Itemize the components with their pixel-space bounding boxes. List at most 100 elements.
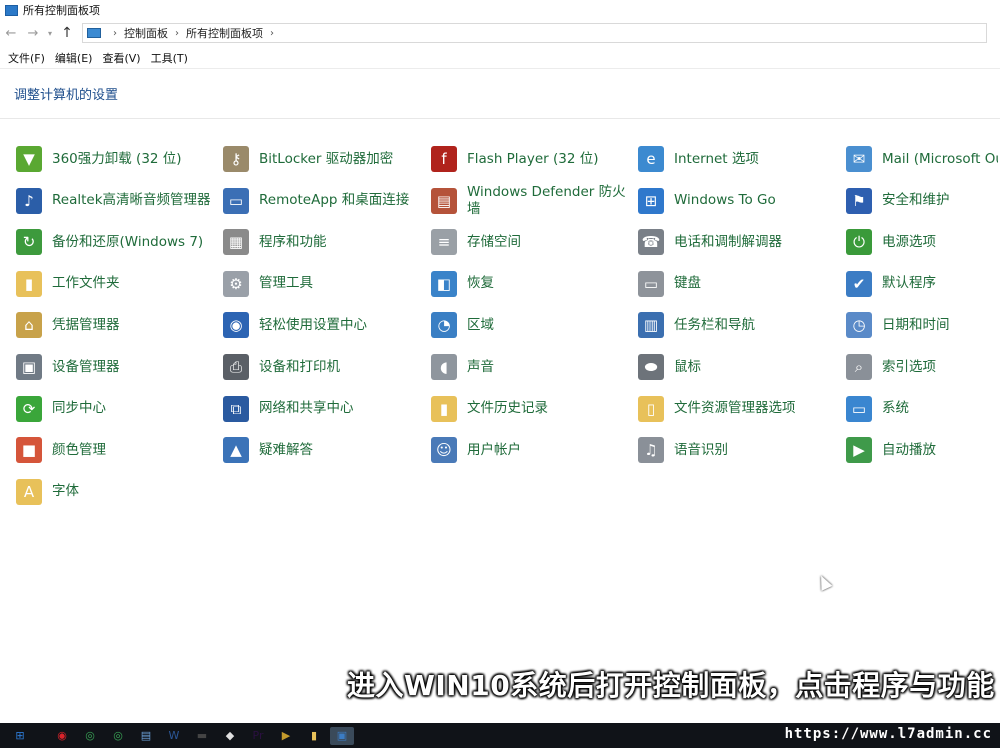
flash-icon: f bbox=[431, 146, 457, 172]
taskbar-start-icon[interactable]: ⊞ bbox=[8, 727, 32, 745]
sound-icon: ◖ bbox=[431, 354, 457, 380]
control-panel-item-label: 疑难解答 bbox=[259, 441, 313, 458]
control-panel-item[interactable]: ▶ 自动播放 bbox=[846, 432, 1000, 468]
control-panel-item[interactable]: ▦ 程序和功能 bbox=[223, 224, 423, 260]
control-panel-item[interactable]: ▼ 360强力卸载 (32 位) bbox=[16, 141, 216, 177]
taskbar-premiere-icon[interactable]: Pr bbox=[246, 727, 270, 745]
control-panel-item-label: 用户帐户 bbox=[467, 441, 521, 458]
control-panel-item-label: 管理工具 bbox=[259, 275, 313, 292]
storage-icon: ≡ bbox=[431, 229, 457, 256]
control-panel-item-label: Windows Defender 防火墙 bbox=[467, 183, 626, 217]
control-panel-item[interactable]: ✔ 默认程序 bbox=[846, 266, 1000, 302]
control-panel-item[interactable]: ▤ Windows Defender 防火墙 bbox=[431, 183, 631, 219]
control-panel-item-label: 同步中心 bbox=[52, 400, 106, 417]
control-panel-item-label: 声音 bbox=[467, 358, 494, 375]
control-panel-item[interactable]: ⌕ 索引选项 bbox=[846, 349, 1000, 385]
taskbar-chrome-2-icon[interactable]: ◎ bbox=[106, 727, 130, 745]
control-panel-item[interactable]: ▣ 设备管理器 bbox=[16, 349, 216, 385]
control-panel-item[interactable]: ◖ 声音 bbox=[431, 349, 631, 385]
control-panel-item-label: Internet 选项 bbox=[674, 150, 759, 167]
default-programs-icon: ✔ bbox=[846, 270, 872, 297]
admin-tools-icon: ⚙ bbox=[223, 270, 249, 297]
control-panel-item-label: 字体 bbox=[52, 483, 79, 500]
control-panel-item-label: 文件资源管理器选项 bbox=[674, 400, 796, 417]
taskbar-chrome-icon[interactable]: ◎ bbox=[78, 727, 102, 745]
folder-icon: ▮ bbox=[16, 270, 42, 297]
taskbar-media-icon[interactable]: ▶ bbox=[274, 727, 298, 745]
control-panel-item[interactable]: ⚷ BitLocker 驱动器加密 bbox=[223, 141, 423, 177]
control-panel-item[interactable]: A 字体 bbox=[16, 474, 216, 510]
control-panel-item-label: 设备和打印机 bbox=[259, 358, 340, 375]
control-panel-item[interactable]: f Flash Player (32 位) bbox=[431, 141, 631, 177]
clock-icon: ◷ bbox=[846, 312, 872, 339]
control-panel-item-label: 区域 bbox=[467, 316, 494, 333]
video-subtitle: 进入WIN10系统后打开控制面板，点击程序与功能 bbox=[347, 669, 995, 702]
control-panel-item-label: RemoteApp 和桌面连接 bbox=[259, 192, 410, 209]
taskbar-control-panel-icon[interactable]: ▣ bbox=[330, 726, 354, 745]
control-panel-item-label: Mail (Microsoft Outlook 2016) (32 位) bbox=[882, 150, 998, 167]
control-panel-item-label: 鼠标 bbox=[674, 358, 701, 375]
control-panel-item[interactable]: e Internet 选项 bbox=[638, 141, 838, 177]
file-history-icon: ▮ bbox=[431, 395, 457, 422]
control-panel-item[interactable]: ≡ 存储空间 bbox=[431, 224, 631, 260]
control-panel-item[interactable]: ◧ 恢复 bbox=[431, 266, 631, 302]
control-panel-item-label: 默认程序 bbox=[882, 275, 936, 292]
color-icon: ■ bbox=[16, 437, 42, 464]
region-icon: ◔ bbox=[431, 312, 457, 339]
remote-desktop-icon: ▭ bbox=[223, 187, 249, 214]
audio-manager-icon: ♪ bbox=[16, 187, 42, 214]
control-panel-item[interactable]: ⊞ Windows To Go bbox=[638, 183, 838, 219]
control-panel-item-label: 自动播放 bbox=[882, 441, 936, 458]
control-panel-item[interactable]: ■ 颜色管理 bbox=[16, 432, 216, 468]
mouse-icon: ⬬ bbox=[638, 354, 664, 380]
system-icon: ▭ bbox=[846, 395, 872, 422]
control-panel-item[interactable]: ⏻ 电源选项 bbox=[846, 224, 1000, 260]
control-panel-item[interactable]: ⟳ 同步中心 bbox=[16, 391, 216, 427]
control-panel-item[interactable]: ▭ 系统 bbox=[846, 391, 1000, 427]
control-panel-item[interactable]: ✉ Mail (Microsoft Outlook 2016) (32 位) bbox=[846, 141, 1000, 177]
control-panel-item[interactable]: ▮ 工作文件夹 bbox=[16, 266, 216, 302]
control-panel-item[interactable]: ▥ 任务栏和导航 bbox=[638, 307, 838, 343]
recovery-icon: ◧ bbox=[431, 270, 457, 297]
taskbar-terminal-icon[interactable]: ▬ bbox=[190, 727, 214, 745]
explorer-options-icon: ▯ bbox=[638, 395, 664, 422]
taskbar-icon: ▥ bbox=[638, 312, 664, 339]
control-panel-item[interactable]: ⚙ 管理工具 bbox=[223, 266, 423, 302]
taskbar-browser-1-icon[interactable]: ◉ bbox=[50, 727, 74, 745]
control-panel-item[interactable]: ⌂ 凭据管理器 bbox=[16, 307, 216, 343]
control-panel-item-label: 轻松使用设置中心 bbox=[259, 316, 367, 333]
control-panel-item[interactable]: ◉ 轻松使用设置中心 bbox=[223, 307, 423, 343]
control-panel-item-label: 任务栏和导航 bbox=[674, 316, 755, 333]
control-panel-item[interactable]: ⬬ 鼠标 bbox=[638, 349, 838, 385]
taskbar-qq-icon[interactable]: ◆ bbox=[218, 727, 242, 745]
control-panel-item[interactable]: ♫ 语音识别 bbox=[638, 432, 838, 468]
keyboard-icon: ▭ bbox=[638, 270, 664, 297]
control-panel-item[interactable]: ⎙ 设备和打印机 bbox=[223, 349, 423, 385]
internet-options-icon: e bbox=[638, 146, 664, 172]
accessibility-icon: ◉ bbox=[223, 312, 249, 339]
control-panel-item[interactable]: ♪ Realtek高清晰音频管理器 bbox=[16, 183, 216, 219]
control-panel-item-label: Realtek高清晰音频管理器 bbox=[52, 192, 211, 209]
control-panel-item[interactable]: ◔ 区域 bbox=[431, 307, 631, 343]
control-panel-item-label: 系统 bbox=[882, 400, 909, 417]
control-panel-item[interactable]: ☺ 用户帐户 bbox=[431, 432, 631, 468]
control-panel-item[interactable]: ⚑ 安全和维护 bbox=[846, 183, 1000, 219]
control-panel-item-label: 程序和功能 bbox=[259, 233, 327, 250]
control-panel-item[interactable]: ▭ 键盘 bbox=[638, 266, 838, 302]
control-panel-item[interactable]: ▭ RemoteApp 和桌面连接 bbox=[223, 183, 423, 219]
control-panel-item-label: 备份和还原(Windows 7) bbox=[52, 233, 204, 250]
control-panel-item[interactable]: ⧉ 网络和共享中心 bbox=[223, 391, 423, 427]
taskbar-word-icon[interactable]: W bbox=[162, 727, 186, 745]
control-panel-item-label: 恢复 bbox=[467, 275, 494, 292]
taskbar-notes-icon[interactable]: ▤ bbox=[134, 727, 158, 745]
microphone-icon: ♫ bbox=[638, 437, 664, 464]
control-panel-item[interactable]: ▲ 疑难解答 bbox=[223, 432, 423, 468]
troubleshoot-icon: ▲ bbox=[223, 437, 249, 464]
device-manager-icon: ▣ bbox=[16, 354, 42, 380]
taskbar-explorer-icon[interactable]: ▮ bbox=[302, 727, 326, 745]
control-panel-item[interactable]: ▮ 文件历史记录 bbox=[431, 391, 631, 427]
control-panel-item[interactable]: ▯ 文件资源管理器选项 bbox=[638, 391, 838, 427]
control-panel-item[interactable]: ↻ 备份和还原(Windows 7) bbox=[16, 224, 216, 260]
control-panel-item[interactable]: ☎ 电话和调制解调器 bbox=[638, 224, 838, 260]
control-panel-item[interactable]: ◷ 日期和时间 bbox=[846, 307, 1000, 343]
